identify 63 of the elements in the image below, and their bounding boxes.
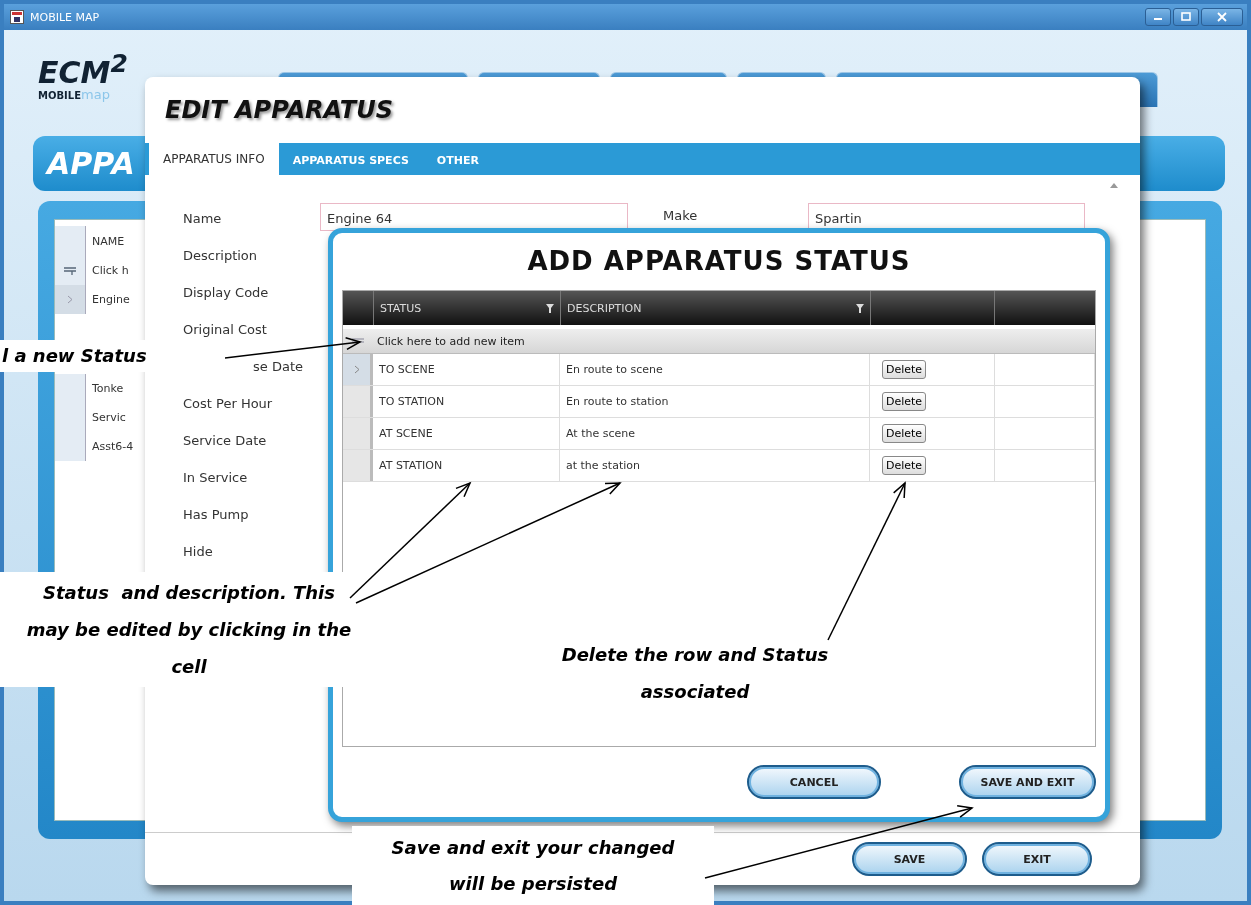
scroll-up-icon[interactable]	[1110, 183, 1118, 188]
table-cell: Engine	[85, 285, 130, 314]
field-label: Description	[183, 247, 258, 265]
field-label: Display Code	[183, 284, 269, 302]
table-cell[interactable]: AT STATION	[373, 450, 560, 481]
dialog-title: ADD APPARATUS STATUS	[526, 245, 912, 278]
chevron-icon	[353, 365, 360, 374]
dialog-button[interactable]: EXIT	[982, 842, 1092, 876]
delete-button[interactable]: Delete	[882, 360, 927, 379]
field-label: In Service	[183, 469, 248, 487]
close-button[interactable]	[1201, 8, 1243, 26]
field-label: Service Date	[183, 432, 267, 450]
table-cell[interactable]: AT SCENE	[373, 418, 560, 449]
delete-button[interactable]: Delete	[882, 392, 927, 411]
maximize-icon	[1181, 12, 1191, 22]
minimize-button[interactable]	[1145, 8, 1171, 26]
dialog-title: EDIT APPARATUS	[165, 97, 393, 123]
logo-title: ECM$^{2}$	[38, 50, 129, 87]
table-cell[interactable]: at the station	[560, 450, 870, 481]
filter-icon[interactable]	[856, 303, 864, 313]
dialog-button[interactable]: SAVE AND EXIT	[959, 765, 1096, 799]
dialog-button[interactable]: SAVE	[852, 842, 967, 876]
add-row-icon	[63, 265, 77, 276]
field-label: Original Cost	[183, 321, 267, 339]
window-title: MOBILE MAP	[30, 10, 100, 24]
row-selector[interactable]	[343, 386, 373, 417]
delete-button[interactable]: Delete	[882, 456, 927, 475]
field-label: Make	[663, 208, 698, 223]
field-label: se Date	[253, 358, 303, 376]
column-header[interactable]: STATUS	[373, 291, 560, 325]
table-cell: Tonke	[85, 374, 124, 403]
row-selector[interactable]	[343, 354, 373, 385]
logo-subtitle: MOBILEmap	[38, 87, 111, 102]
table-cell: Servic	[85, 403, 126, 432]
add-row-icon	[351, 337, 365, 345]
column-header[interactable]: DESCRIPTION	[560, 291, 870, 325]
table-cell[interactable]: En route to station	[560, 386, 870, 417]
table-cell[interactable]: At the scene	[560, 418, 870, 449]
close-icon	[1217, 12, 1227, 22]
table-cell[interactable]: TO SCENE	[373, 354, 560, 385]
table-cell: Asst6-4	[85, 432, 134, 461]
table-cell[interactable]: TO STATION	[373, 386, 560, 417]
field-label: Has Pump	[183, 506, 249, 524]
app-icon	[10, 10, 24, 24]
tab[interactable]: APPARATUS INFO	[149, 143, 279, 175]
column-header: NAME	[85, 226, 125, 256]
new-row-prompt[interactable]: Click here to add new item	[373, 334, 525, 348]
field-label: Name	[183, 210, 222, 228]
field-label: Hide	[183, 543, 213, 561]
row-selector[interactable]	[55, 432, 85, 461]
row-selector[interactable]	[55, 285, 85, 314]
row-selector[interactable]	[55, 374, 85, 403]
table-cell[interactable]: En route to scene	[560, 354, 870, 385]
maximize-button[interactable]	[1173, 8, 1199, 26]
field-label: Cost Per Hour	[183, 395, 273, 413]
filter-icon[interactable]	[546, 303, 554, 313]
row-selector[interactable]	[343, 450, 373, 481]
row-selector[interactable]	[343, 418, 373, 449]
delete-button[interactable]: Delete	[882, 424, 927, 443]
chevron-icon	[67, 295, 73, 304]
dialog-button[interactable]: CANCEL	[747, 765, 881, 799]
new-row-prompt[interactable]: Click h	[85, 256, 129, 285]
page-title: APPA	[47, 146, 135, 181]
